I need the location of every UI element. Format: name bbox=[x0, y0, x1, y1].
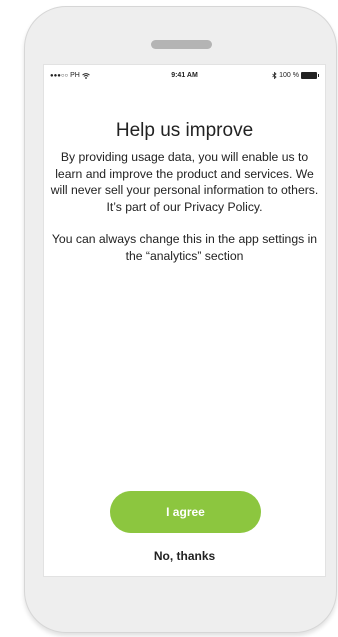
battery-icon bbox=[301, 72, 317, 79]
battery-percent: 100 % bbox=[279, 72, 299, 79]
settings-paragraph: You can always change this in the app se… bbox=[51, 232, 318, 263]
phone-screen: ●●●○○ PH 9:41 AM 100 % Help us improve B… bbox=[43, 64, 326, 577]
bluetooth-icon bbox=[272, 72, 277, 79]
status-bar: ●●●○○ PH 9:41 AM 100 % bbox=[44, 65, 325, 85]
speaker-grille bbox=[151, 40, 212, 49]
no-thanks-button[interactable]: No, thanks bbox=[44, 549, 325, 563]
status-right: 100 % bbox=[272, 72, 319, 79]
battery-tip bbox=[318, 74, 319, 77]
battery-fill bbox=[302, 73, 316, 78]
phone-frame: ●●●○○ PH 9:41 AM 100 % Help us improve B… bbox=[24, 6, 337, 633]
agree-button[interactable]: I agree bbox=[110, 491, 261, 533]
page-title: Help us improve bbox=[115, 120, 254, 141]
privacy-paragraph: By providing usage data, you will enable… bbox=[50, 150, 319, 214]
description: By providing usage data, you will enable… bbox=[50, 149, 319, 280]
